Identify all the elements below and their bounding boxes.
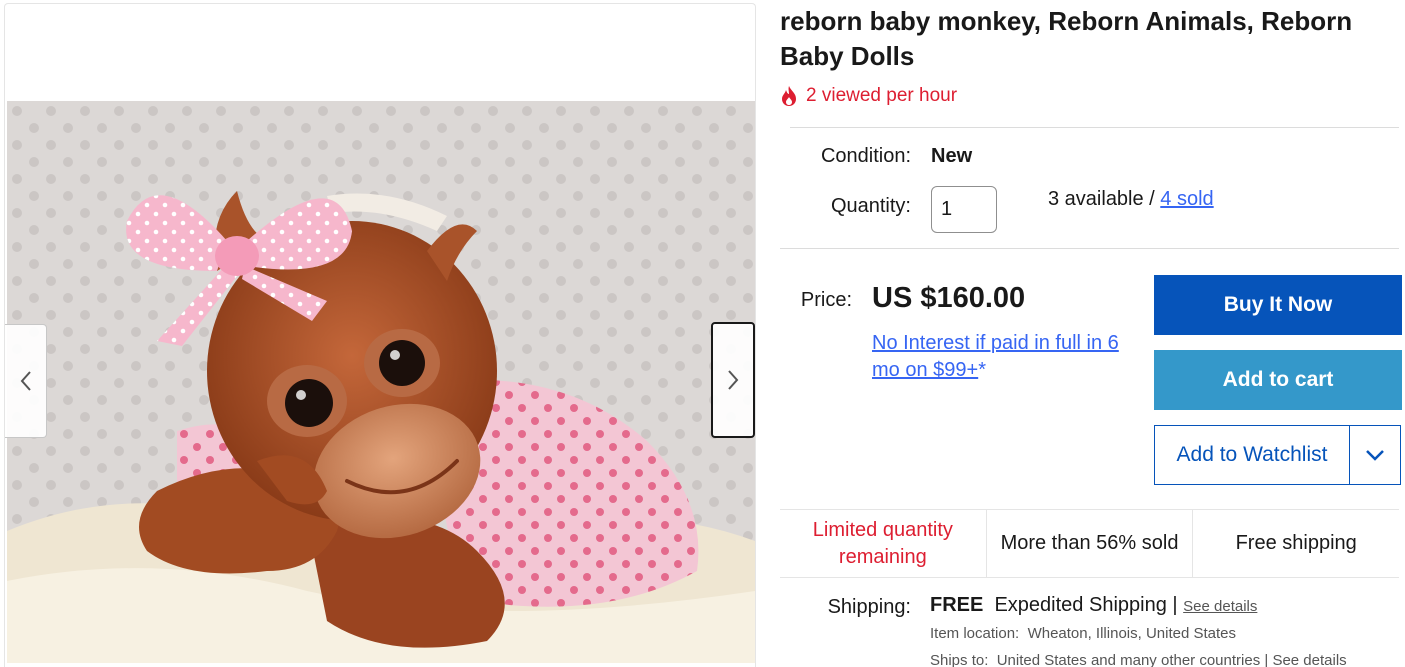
shipping-see-details-link[interactable]: See details	[1183, 598, 1257, 615]
add-to-watchlist-button[interactable]: Add to Watchlist	[1155, 426, 1349, 484]
shipping-method: Expedited Shipping	[994, 594, 1167, 616]
buy-it-now-button[interactable]: Buy It Now	[1154, 275, 1402, 335]
item-location-value: Wheaton, Illinois, United States	[1027, 625, 1237, 642]
condition-value: New	[931, 145, 973, 167]
condition-label: Condition:	[820, 145, 911, 167]
financing-link[interactable]: No Interest if paid in full in 6 mo on $…	[872, 332, 1119, 381]
availability-separator: /	[1143, 188, 1161, 210]
shipping-summary: FREE Expedited Shipping | See details	[930, 594, 1257, 617]
sold-count-link[interactable]: 4 sold	[1160, 188, 1213, 210]
shipping-divider: |	[1172, 594, 1178, 616]
add-to-cart-button[interactable]: Add to cart	[1154, 350, 1402, 410]
listing-title: reborn baby monkey, Reborn Animals, Rebo…	[780, 6, 1353, 71]
ships-to: Ships to: United States and many other c…	[930, 652, 1347, 667]
views-text: 2 viewed per hour	[806, 85, 958, 106]
financing-offer: No Interest if paid in full in 6 mo on $…	[872, 330, 1144, 384]
chevron-left-icon	[20, 371, 31, 391]
image-gallery	[4, 3, 756, 667]
chevron-down-icon	[1366, 450, 1384, 461]
item-location: Item location: Wheaton, Illinois, United…	[930, 625, 1236, 642]
available-count: 3 available	[1048, 188, 1144, 210]
watchlist-dropdown-button[interactable]	[1349, 426, 1400, 484]
availability: 3 available / 4 sold	[1048, 188, 1214, 211]
price-label: Price:	[800, 289, 852, 311]
fire-icon	[782, 86, 796, 106]
next-image-button[interactable]	[711, 322, 755, 438]
product-image[interactable]	[7, 101, 755, 663]
percent-sold-signal: More than 56% sold	[987, 510, 1194, 577]
item-location-label: Item location:	[930, 625, 1020, 642]
limited-quantity-signal: Limited quantity remaining	[780, 510, 987, 577]
free-shipping-signal: Free shipping	[1235, 532, 1357, 554]
ships-to-details-link[interactable]: See details	[1272, 652, 1346, 667]
financing-asterisk: *	[978, 359, 986, 381]
previous-image-button[interactable]	[5, 324, 47, 438]
divider	[780, 248, 1399, 249]
trust-signals: Limited quantity remaining More than 56%…	[780, 509, 1399, 578]
watchlist-control: Add to Watchlist	[1154, 425, 1401, 485]
divider	[790, 127, 1399, 128]
price-amount: US $160.00	[872, 282, 1026, 314]
ships-to-value: United States and many other countries	[996, 652, 1261, 667]
quantity-input[interactable]	[931, 186, 997, 233]
ships-to-label: Ships to:	[930, 652, 989, 667]
quantity-label: Quantity:	[830, 195, 911, 217]
product-photo-illustration	[7, 101, 755, 663]
shipping-label: Shipping:	[827, 596, 911, 618]
views-indicator: 2 viewed per hour	[780, 85, 957, 107]
shipping-free: FREE	[930, 594, 984, 616]
chevron-right-icon	[728, 370, 739, 390]
